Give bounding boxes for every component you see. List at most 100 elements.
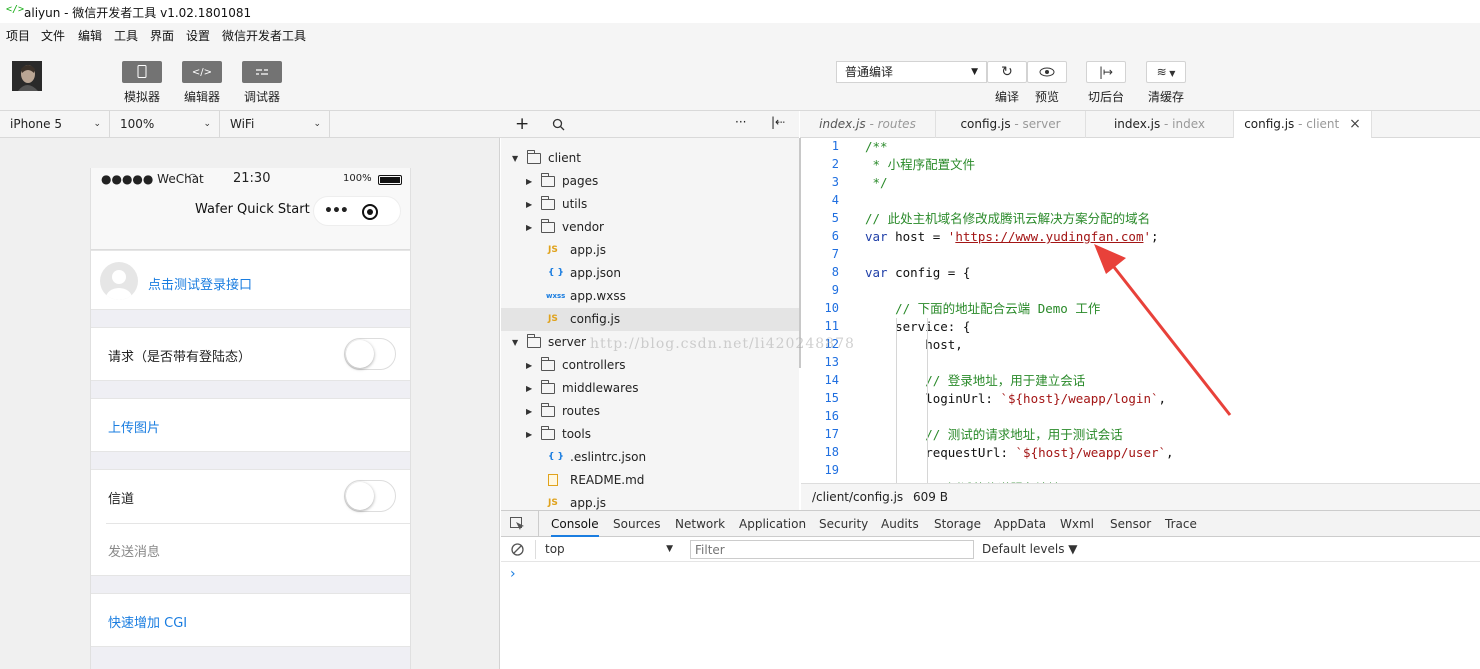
devtools-tab-security[interactable]: Security (819, 511, 868, 537)
context-select[interactable]: top ▼ (535, 540, 677, 559)
close-icon[interactable]: × (1349, 116, 1361, 132)
folder-item[interactable]: ▶ vendor (501, 216, 799, 239)
file-item[interactable]: JS config.js (501, 308, 799, 331)
avatar[interactable] (12, 61, 42, 91)
folder-item[interactable]: ▶ tools (501, 423, 799, 446)
menu-item-project[interactable]: 项目 (6, 27, 30, 44)
devtools-tab-audits[interactable]: Audits (881, 511, 919, 537)
folder-item[interactable]: ▶ middlewares (501, 377, 799, 400)
folder-icon (541, 196, 555, 210)
folder-item[interactable]: ▶ pages (501, 170, 799, 193)
tab-index[interactable]: index.js - index (1086, 111, 1234, 138)
line-number: 18 (824, 445, 839, 459)
file-item[interactable]: README.md (501, 469, 799, 492)
compile-mode-value: 普通编译 (845, 65, 894, 79)
chevron-right-icon[interactable]: ▶ (526, 400, 532, 423)
menu-item-view[interactable]: 界面 (150, 27, 174, 44)
file-item[interactable]: { } .eslintrc.json (501, 446, 799, 469)
folder-item[interactable]: ▶ controllers (501, 354, 799, 377)
chevron-right-icon[interactable]: ▶ (526, 377, 532, 400)
clear-cache-button[interactable]: ≋ ▼ (1146, 61, 1186, 83)
login-cell[interactable]: 点击测试登录接口 (91, 250, 410, 310)
js-file-icon: JS (548, 314, 558, 324)
menu-item-devtools[interactable]: 微信开发者工具 (222, 27, 306, 44)
console-filter-input[interactable] (690, 540, 974, 559)
devtools-tab-wxml[interactable]: Wxml (1060, 511, 1094, 537)
clear-console-icon[interactable] (511, 543, 524, 556)
file-item[interactable]: JS app.js (501, 492, 799, 510)
menu-item-edit[interactable]: 编辑 (78, 27, 102, 44)
menu-item-settings[interactable]: 设置 (186, 27, 210, 44)
more-icon[interactable]: ••• (324, 203, 349, 219)
chevron-down-icon: ▼ (1166, 69, 1176, 78)
devtools-tab-trace[interactable]: Trace (1165, 511, 1197, 537)
search-icon[interactable] (552, 118, 565, 131)
chevron-right-icon[interactable]: ▶ (526, 423, 532, 446)
tab-client-config[interactable]: config.js - client × (1234, 111, 1372, 139)
folder-icon (541, 403, 555, 417)
window-title: aliyun - 微信开发者工具 v1.02.1801081 (24, 6, 252, 20)
log-levels-select[interactable]: Default levels ▼ (982, 542, 1078, 556)
compile-mode-select[interactable]: 普通编译 ▼ (836, 61, 987, 83)
login-link[interactable]: 点击测试登录接口 (148, 274, 252, 293)
chevron-down-icon[interactable]: ▼ (512, 147, 518, 170)
chevron-right-icon[interactable]: ▶ (526, 354, 532, 377)
line-number: 2 (831, 157, 839, 171)
tunnel-group: 信道 发送消息 (91, 469, 410, 576)
code-icon: </> (191, 67, 213, 78)
editor-toggle-button[interactable]: </> (182, 61, 222, 83)
chevron-right-icon[interactable]: ▶ (526, 193, 532, 216)
simulator-toggle-button[interactable] (122, 61, 162, 83)
zoom-select[interactable]: 100% ⌄ (110, 111, 220, 137)
network-select[interactable]: WiFi ⌄ (220, 111, 330, 137)
console-output[interactable]: › (501, 562, 1480, 669)
devtools-tab-network[interactable]: Network (675, 511, 725, 537)
devtools-tab-storage[interactable]: Storage (934, 511, 981, 537)
upload-link[interactable]: 上传图片 (108, 417, 160, 436)
folder-item[interactable]: ▶ utils (501, 193, 799, 216)
folder-item[interactable]: ▶ routes (501, 400, 799, 423)
send-message-button[interactable]: 发送消息 (108, 541, 160, 560)
debugger-toggle-button[interactable] (242, 61, 282, 83)
annotation-arrow (1094, 244, 1232, 416)
line-number-gutter: 1234567891011121314151617181920 (801, 138, 861, 495)
device-select[interactable]: iPhone 5 ⌄ (0, 111, 110, 137)
file-item[interactable]: { } app.json (501, 262, 799, 285)
cgi-cell[interactable]: 快速增加 CGI (91, 593, 410, 647)
inspect-element-icon[interactable] (510, 517, 525, 531)
request-login-toggle[interactable] (344, 338, 396, 370)
collapse-panel-icon[interactable]: |⇠ (771, 115, 785, 129)
wxss-file-icon: wxss (546, 292, 566, 300)
upload-cell[interactable]: 上传图片 (91, 398, 410, 452)
tab-routes-index[interactable]: index.js - routes (800, 111, 936, 138)
compile-button[interactable]: ↻ (987, 61, 1027, 83)
devtools-tab-sensor[interactable]: Sensor (1110, 511, 1151, 537)
devtools-tab-sources[interactable]: Sources (613, 511, 660, 537)
file-item[interactable]: wxss app.wxss (501, 285, 799, 308)
file-item[interactable]: JS app.js (501, 239, 799, 262)
devtools-tab-console[interactable]: Console (551, 511, 599, 537)
folder-item[interactable]: ▼ client (501, 147, 799, 170)
chevron-down-icon[interactable]: ▼ (512, 331, 518, 354)
preview-button[interactable] (1027, 61, 1067, 83)
scrollbar[interactable] (799, 138, 801, 368)
menu-item-tools[interactable]: 工具 (114, 27, 138, 44)
close-mini-program-icon[interactable] (362, 204, 378, 220)
divider (106, 523, 410, 524)
user-avatar-icon (100, 262, 138, 300)
tunnel-toggle[interactable] (344, 480, 396, 512)
debugger-label: 调试器 (243, 90, 280, 104)
code-line: // 测试的请求地址，用于测试会话 (865, 427, 1123, 442)
chevron-right-icon[interactable]: ▶ (526, 170, 532, 193)
chevron-right-icon[interactable]: ▶ (526, 216, 532, 239)
switch-background-button[interactable]: |↦ (1086, 61, 1126, 83)
more-icon[interactable]: ··· (735, 115, 746, 129)
tab-server-config[interactable]: config.js - server (936, 111, 1086, 138)
menu-item-file[interactable]: 文件 (41, 27, 65, 44)
add-file-icon[interactable]: + (515, 114, 529, 134)
cgi-link[interactable]: 快速增加 CGI (108, 612, 187, 631)
refresh-icon: ↻ (1001, 64, 1013, 80)
devtools-tab-appdata[interactable]: AppData (994, 511, 1046, 537)
code-line: */ (865, 175, 888, 190)
devtools-tab-application[interactable]: Application (739, 511, 806, 537)
